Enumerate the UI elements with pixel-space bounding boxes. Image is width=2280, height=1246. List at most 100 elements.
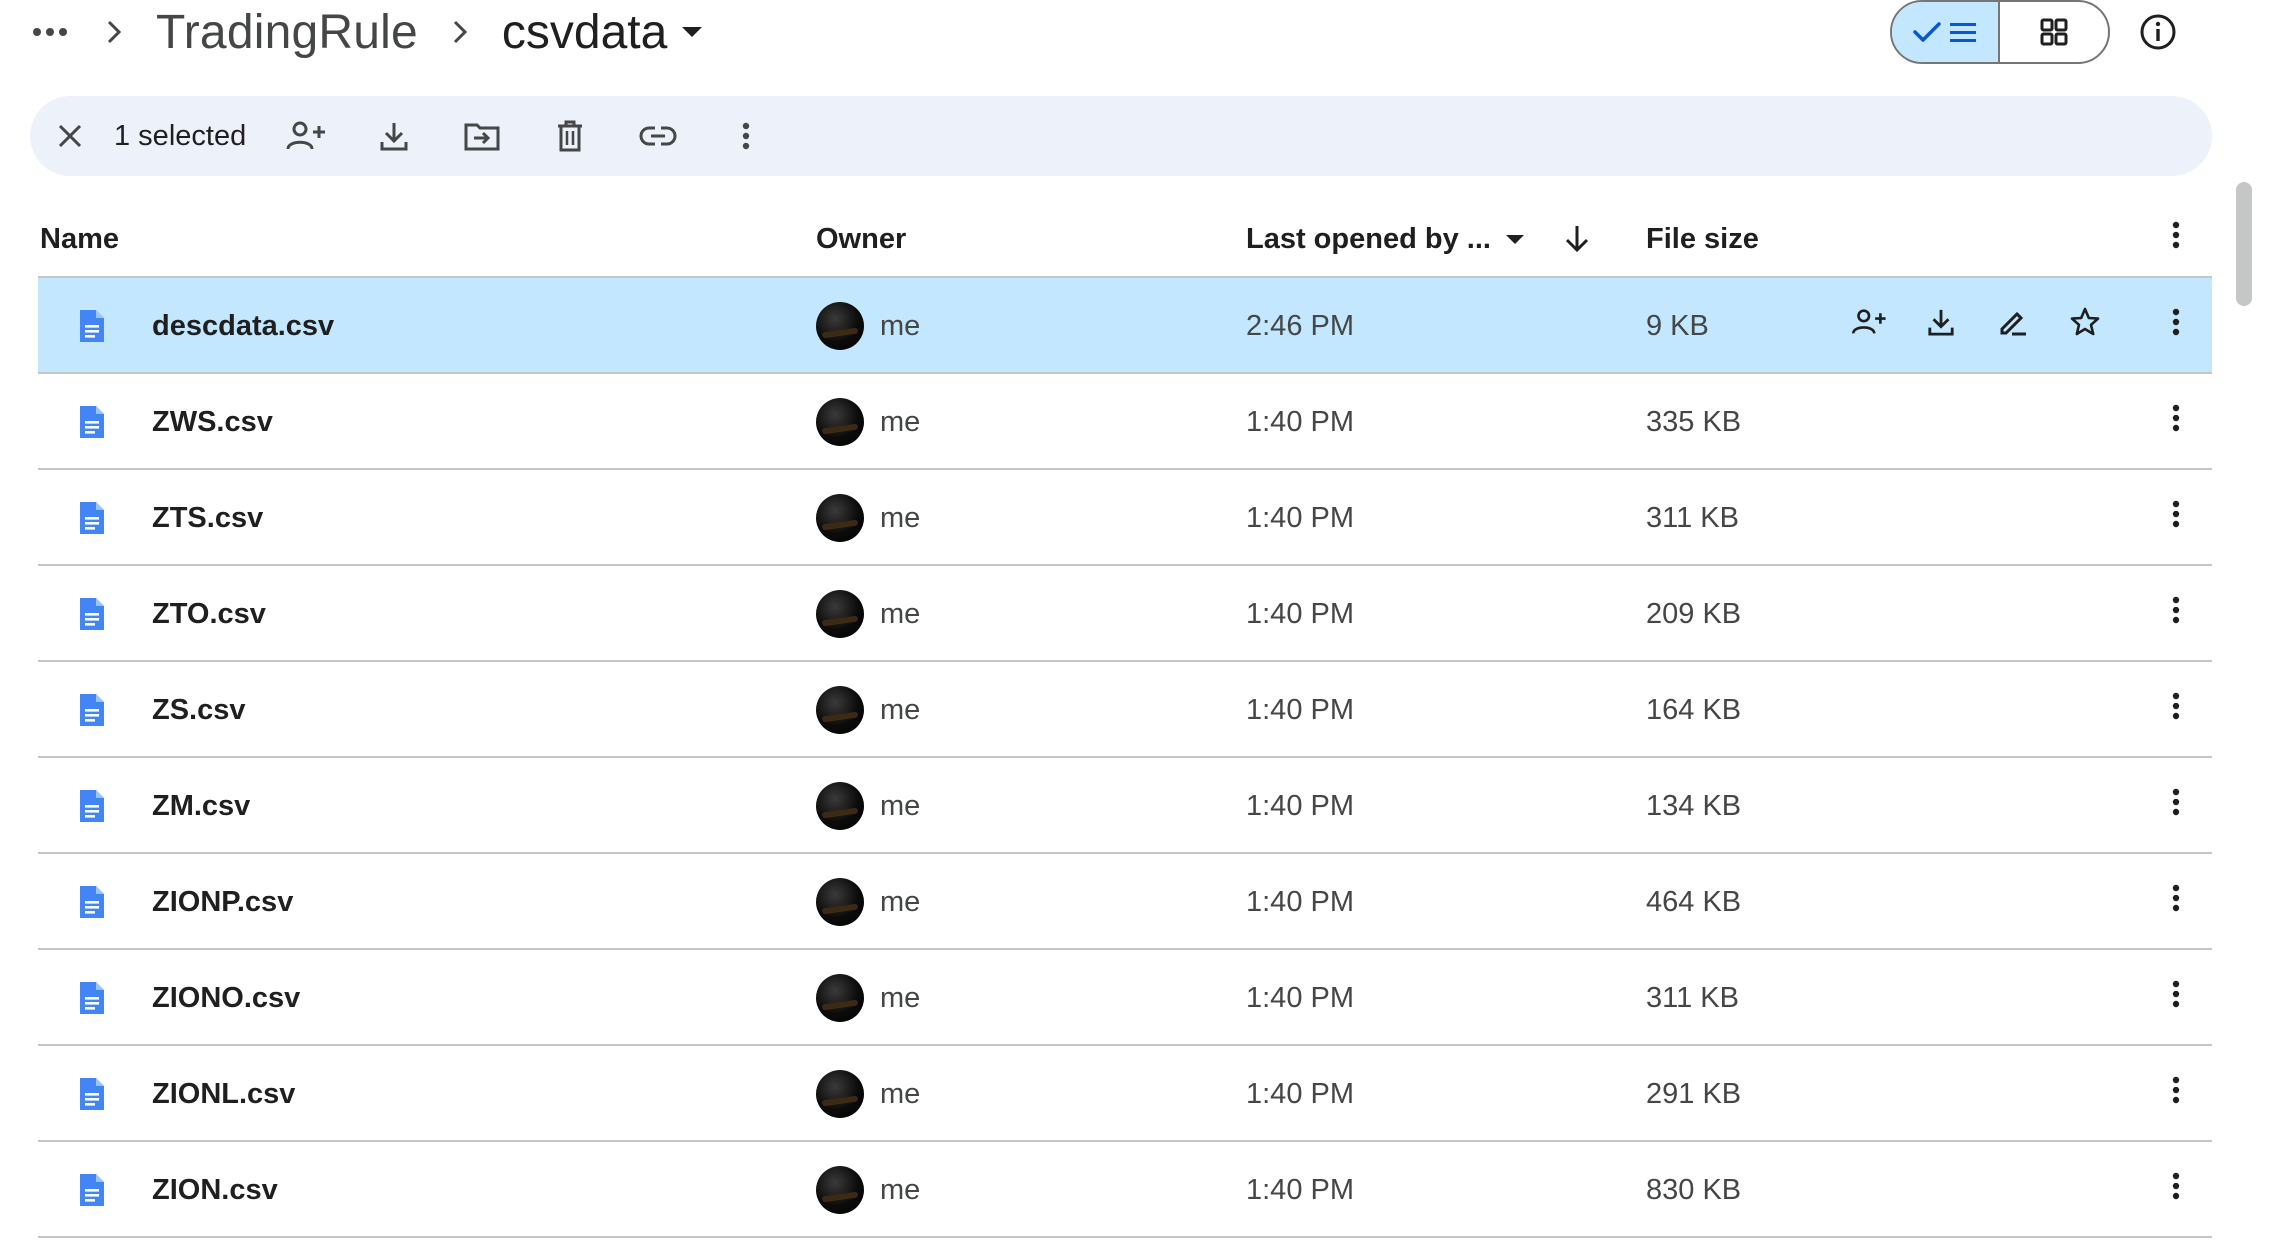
star-icon (2070, 307, 2100, 345)
info-button[interactable] (2132, 6, 2184, 58)
breadcrumb-current-folder[interactable]: csvdata (502, 5, 703, 60)
sort-direction-button[interactable] (1564, 224, 1590, 254)
view-toggle (1890, 0, 2110, 64)
owner-name: me (880, 1077, 921, 1110)
table-row[interactable]: ZIONP.csv me 1:40 PM 464 KB (38, 854, 2212, 950)
avatar (816, 1166, 864, 1214)
column-header-owner[interactable]: Owner (816, 223, 906, 256)
column-header-name[interactable]: Name (40, 223, 119, 256)
selection-toolbar: 1 selected (30, 96, 2212, 176)
row-more-button[interactable] (2154, 592, 2198, 636)
row-more-button[interactable] (2154, 880, 2198, 924)
owner-cell: me (816, 1046, 920, 1142)
doc-icon (78, 470, 106, 566)
column-header-file-size[interactable]: File size (1646, 223, 1759, 256)
file-name[interactable]: ZS.csv (152, 662, 246, 758)
share-button[interactable] (1844, 301, 1894, 351)
share-button[interactable] (276, 106, 336, 166)
owner-name: me (880, 693, 921, 726)
row-more-button[interactable] (2154, 304, 2198, 348)
last-opened-time: 1:40 PM (1246, 597, 1354, 630)
row-more-cell (2154, 758, 2198, 854)
download-button[interactable] (1916, 301, 1966, 351)
more-actions-button[interactable] (716, 106, 776, 166)
column-options-button[interactable] (2154, 217, 2198, 261)
doc-icon (78, 1046, 106, 1142)
doc-icon (78, 758, 106, 854)
file-name[interactable]: ZION.csv (152, 1142, 278, 1238)
table-row[interactable]: ZIONL.csv me 1:40 PM 291 KB (38, 1046, 2212, 1142)
more-vert-icon (2172, 221, 2180, 257)
row-more-button[interactable] (2154, 1168, 2198, 1212)
move-icon (464, 121, 500, 151)
arrow-down-icon (1564, 224, 1590, 254)
file-name[interactable]: ZM.csv (152, 758, 250, 854)
file-size: 464 KB (1646, 885, 1742, 918)
column-header-last-opened[interactable]: Last opened by ... (1246, 223, 1525, 256)
copy-link-button[interactable] (628, 106, 688, 166)
last-opened-time: 1:40 PM (1246, 693, 1354, 726)
table-row[interactable]: descdata.csv me 2:46 PM 9 KB (38, 278, 2212, 374)
grid-view-button[interactable] (2000, 2, 2108, 62)
breadcrumb-current-label: csvdata (501, 5, 668, 59)
owner-cell: me (816, 950, 920, 1046)
file-name[interactable]: ZIONL.csv (152, 1046, 295, 1142)
file-name[interactable]: ZTO.csv (152, 566, 266, 662)
file-name[interactable]: descdata.csv (152, 278, 334, 374)
more-vert-icon (2172, 980, 2180, 1016)
rename-button[interactable] (1988, 301, 2038, 351)
table-row[interactable]: ZWS.csv me 1:40 PM 335 KB (38, 374, 2212, 470)
table-row[interactable]: ZM.csv me 1:40 PM 134 KB (38, 758, 2212, 854)
grid-icon (2040, 18, 2068, 46)
table-row[interactable]: ZIONO.csv me 1:40 PM 311 KB (38, 950, 2212, 1046)
file-table: Name Owner Last opened by ... File size … (38, 202, 2212, 1238)
row-more-cell (2154, 1046, 2198, 1142)
owner-cell: me (816, 758, 920, 854)
owner-cell: me (816, 1142, 920, 1238)
clear-selection-button[interactable] (40, 106, 100, 166)
file-name[interactable]: ZTS.csv (152, 470, 263, 566)
row-more-cell (2154, 662, 2198, 758)
doc-icon (78, 278, 106, 374)
row-more-cell (2154, 950, 2198, 1046)
table-row[interactable]: ZS.csv me 1:40 PM 164 KB (38, 662, 2212, 758)
row-more-button[interactable] (2154, 784, 2198, 828)
last-opened-time: 1:40 PM (1246, 501, 1354, 534)
owner-cell: me (816, 374, 920, 470)
more-horiz-icon[interactable] (28, 10, 72, 54)
list-view-button[interactable] (1892, 2, 2001, 62)
table-row[interactable]: ZTO.csv me 1:40 PM 209 KB (38, 566, 2212, 662)
file-name[interactable]: ZIONO.csv (152, 950, 300, 1046)
file-size: 335 KB (1646, 405, 1742, 438)
chevron-right-icon (92, 10, 136, 54)
download-icon (379, 120, 409, 152)
arrow-drop-down-icon (681, 26, 703, 38)
row-more-button[interactable] (2154, 400, 2198, 444)
delete-button[interactable] (540, 106, 600, 166)
doc-icon (78, 566, 106, 662)
row-more-button[interactable] (2154, 688, 2198, 732)
more-vert-icon (2172, 1172, 2180, 1208)
download-button[interactable] (364, 106, 424, 166)
avatar (816, 974, 864, 1022)
owner-cell: me (816, 566, 920, 662)
breadcrumb-parent[interactable]: TradingRule (156, 5, 418, 60)
more-vert-icon (2172, 1076, 2180, 1112)
avatar (816, 398, 864, 446)
doc-icon (78, 950, 106, 1046)
table-row[interactable]: ZION.csv me 1:40 PM 830 KB (38, 1142, 2212, 1238)
table-row[interactable]: ZTS.csv me 1:40 PM 311 KB (38, 470, 2212, 566)
move-button[interactable] (452, 106, 512, 166)
scrollbar-thumb[interactable] (2236, 182, 2252, 306)
doc-icon (78, 854, 106, 950)
file-name[interactable]: ZWS.csv (152, 374, 273, 470)
share-icon (286, 120, 326, 152)
row-more-button[interactable] (2154, 976, 2198, 1020)
file-size: 291 KB (1646, 1077, 1742, 1110)
row-more-button[interactable] (2154, 1072, 2198, 1116)
link-icon (639, 125, 677, 147)
row-more-button[interactable] (2154, 496, 2198, 540)
star-button[interactable] (2060, 301, 2110, 351)
owner-name: me (880, 981, 921, 1014)
file-name[interactable]: ZIONP.csv (152, 854, 293, 950)
